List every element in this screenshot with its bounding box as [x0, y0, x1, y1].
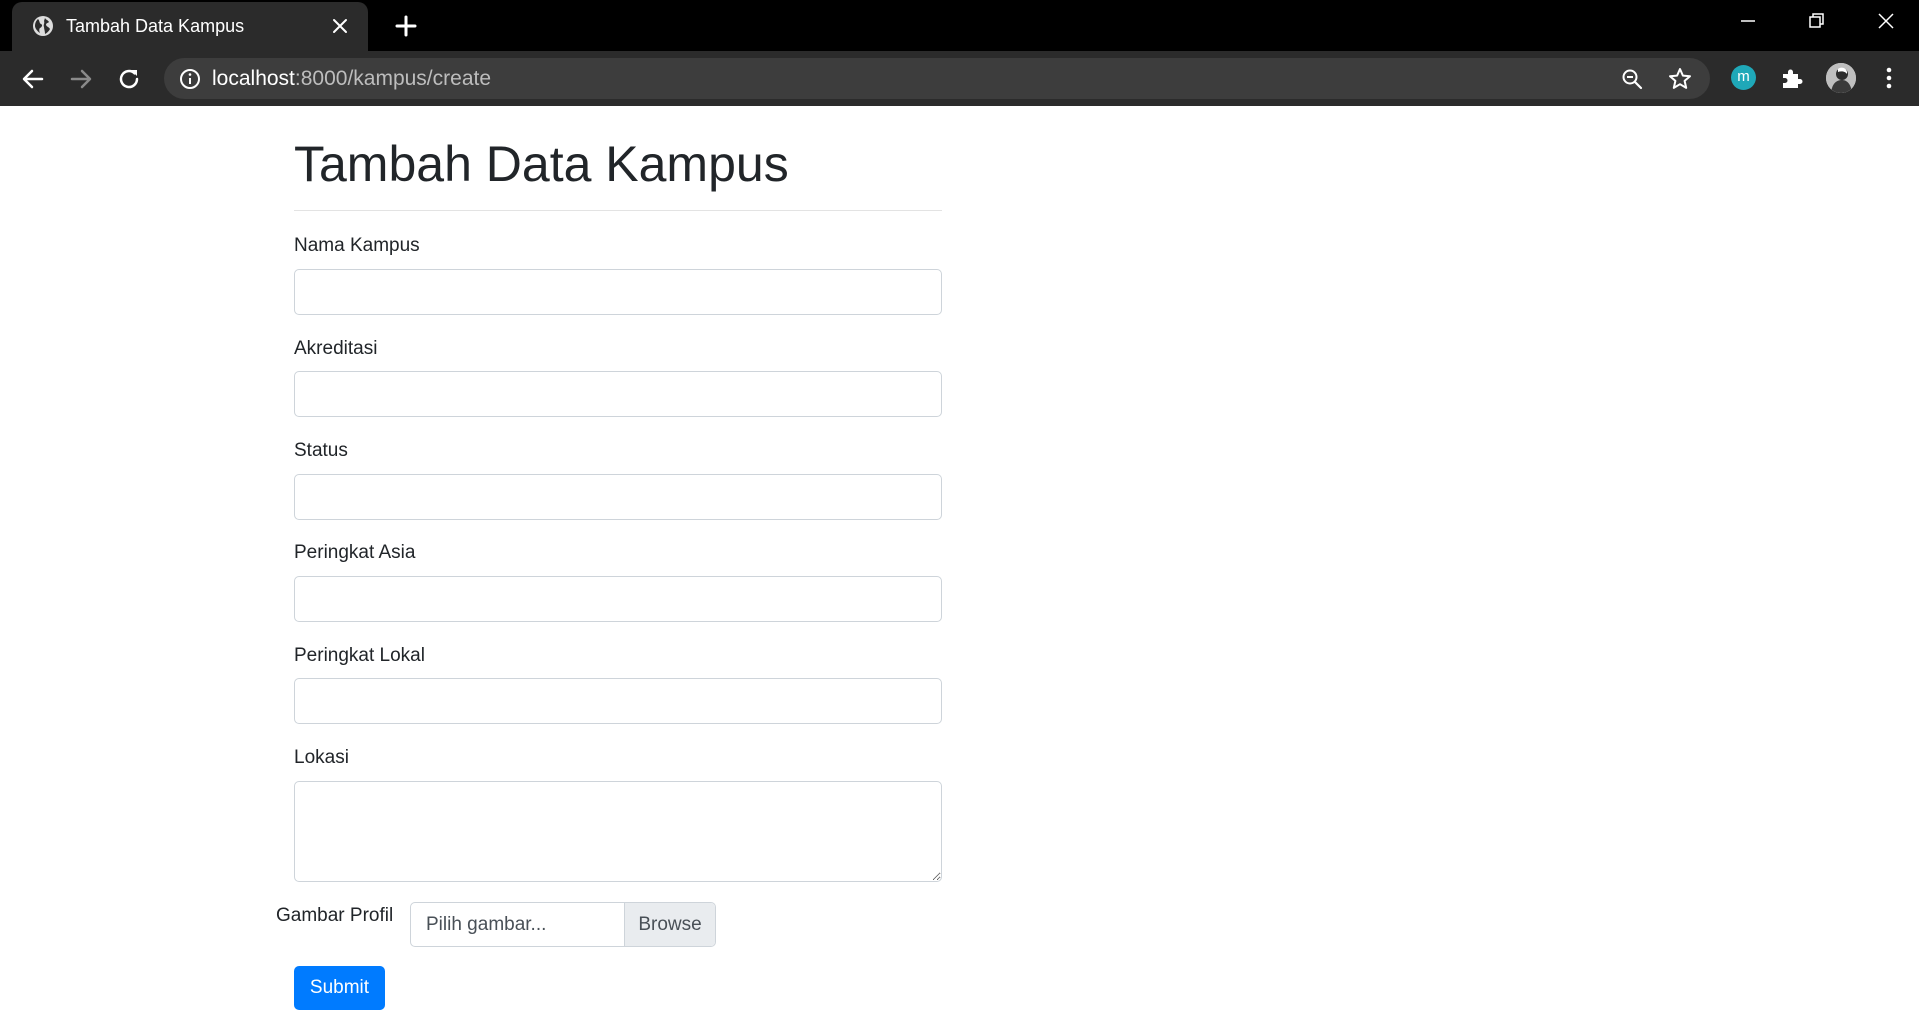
- profile-avatar[interactable]: [1826, 63, 1856, 93]
- page-content: Tambah Data Kampus Nama Kampus Akreditas…: [0, 106, 1919, 1016]
- page-title: Tambah Data Kampus: [294, 136, 789, 192]
- close-icon[interactable]: [328, 14, 352, 38]
- akreditasi-input[interactable]: [294, 371, 942, 417]
- gambar-profil-label: Gambar Profil: [276, 905, 394, 926]
- tab-title: Tambah Data Kampus: [66, 16, 245, 36]
- bookmark-star-icon[interactable]: [1667, 66, 1693, 92]
- globe-icon: [31, 14, 55, 38]
- peringkat-lokal-label: Peringkat Lokal: [294, 645, 425, 666]
- file-input-placeholder: Pilih gambar...: [426, 914, 547, 935]
- browser-titlebar: Tambah Data Kampus: [0, 0, 1919, 51]
- more-menu-icon[interactable]: [1876, 65, 1902, 91]
- peringkat-lokal-input[interactable]: [294, 678, 942, 724]
- browser-tab[interactable]: Tambah Data Kampus: [12, 2, 368, 51]
- url-path: :8000/kampus/create: [294, 67, 492, 90]
- title-divider: [294, 210, 942, 211]
- info-icon[interactable]: [178, 67, 202, 91]
- minimize-icon[interactable]: [1730, 8, 1766, 36]
- lokasi-textarea[interactable]: [294, 781, 942, 882]
- zoom-out-icon[interactable]: [1620, 67, 1644, 91]
- url-host: localhost: [212, 67, 295, 90]
- submit-button[interactable]: Submit: [294, 966, 385, 1010]
- restore-icon[interactable]: [1798, 8, 1834, 36]
- extensions-puzzle-icon[interactable]: [1779, 65, 1805, 91]
- address-bar[interactable]: localhost:8000/kampus/create: [164, 58, 1710, 99]
- browser-toolbar: localhost:8000/kampus/create m: [0, 51, 1919, 106]
- window-close-icon[interactable]: [1868, 8, 1904, 36]
- back-arrow-icon[interactable]: [18, 64, 48, 94]
- peringkat-asia-input[interactable]: [294, 576, 942, 622]
- akreditasi-label: Akreditasi: [294, 338, 378, 359]
- reload-icon[interactable]: [114, 64, 144, 94]
- nama-kampus-label: Nama Kampus: [294, 235, 420, 256]
- status-input[interactable]: [294, 474, 942, 520]
- status-label: Status: [294, 440, 348, 461]
- browse-button[interactable]: Browse: [624, 903, 715, 946]
- url-text[interactable]: localhost:8000/kampus/create: [212, 67, 491, 91]
- forward-arrow-icon[interactable]: [66, 64, 96, 94]
- new-tab-icon[interactable]: [392, 12, 420, 40]
- peringkat-asia-label: Peringkat Asia: [294, 542, 416, 563]
- extension-m-icon[interactable]: m: [1731, 65, 1756, 90]
- file-input[interactable]: Pilih gambar... Browse: [410, 902, 716, 947]
- lokasi-label: Lokasi: [294, 747, 349, 768]
- nama-kampus-input[interactable]: [294, 269, 942, 315]
